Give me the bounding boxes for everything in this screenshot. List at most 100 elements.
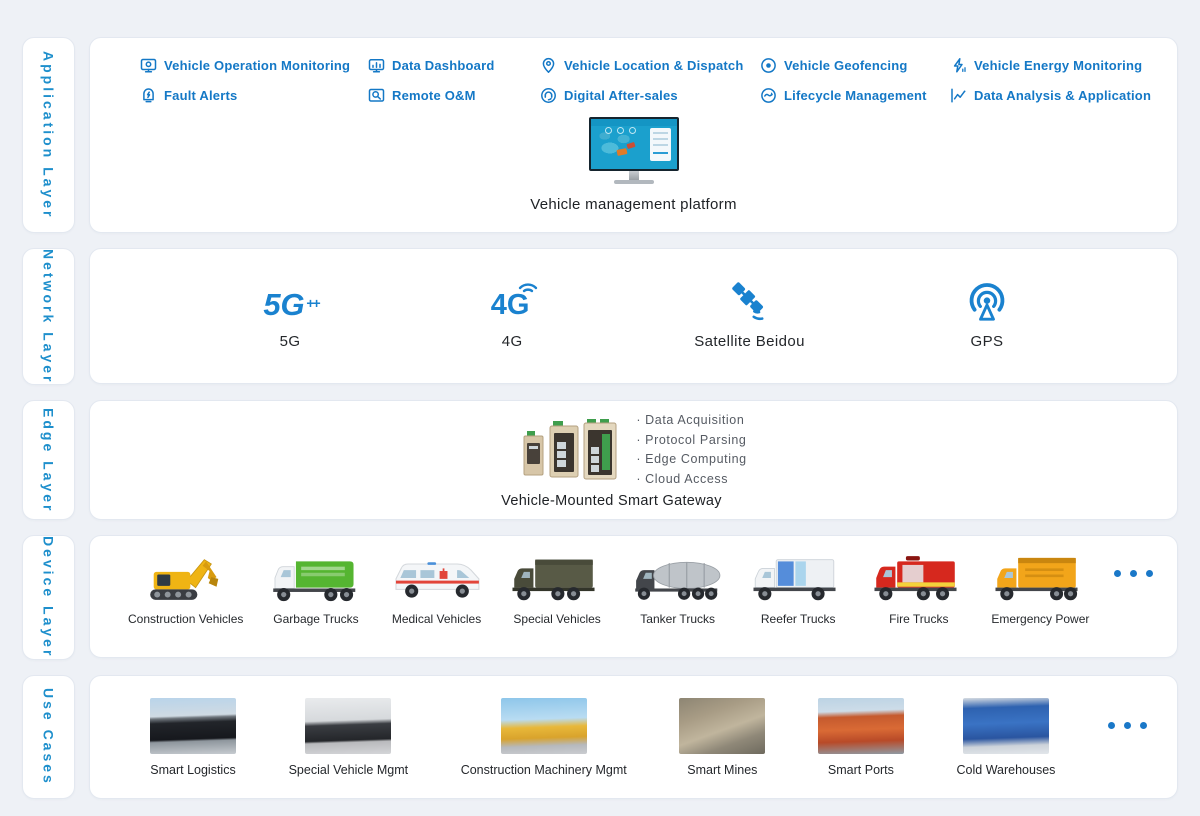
- gps-broadcast-icon: [966, 282, 1008, 324]
- more-devices-indicator: [1114, 570, 1153, 577]
- layer-label-text: Use Cases: [41, 688, 57, 786]
- satellite-icon: [729, 282, 771, 324]
- power-truck-image: [992, 549, 1088, 607]
- app-feature-lifecycle-management: Lifecycle Management: [760, 87, 950, 104]
- device-item-emergency-power: Emergency Power: [991, 549, 1089, 626]
- layer-label-text: Network Layer: [41, 249, 57, 384]
- app-feature-fault-alerts: Fault Alerts: [140, 87, 368, 104]
- smart-gateway-image: [520, 419, 620, 481]
- garbage-truck-image: [268, 549, 364, 607]
- app-feature-label: Vehicle Geofencing: [784, 58, 908, 73]
- use-case-photo: [818, 698, 904, 754]
- edge-gateway-group: Data Acquisition Protocol Parsing Edge C…: [520, 411, 746, 489]
- energy-bolt-icon: [950, 57, 967, 74]
- device-item-label: Garbage Trucks: [273, 612, 358, 626]
- use-case-label: Special Vehicle Mgmt: [289, 763, 409, 777]
- use-case-special-vehicle-mgmt: Special Vehicle Mgmt: [289, 698, 409, 777]
- device-layer-row: Device Layer Construction Vehicles: [22, 535, 1178, 659]
- screen-truck-graphic: [626, 142, 635, 149]
- architecture-diagram: Application Layer Vehicle Operation Moni…: [0, 0, 1200, 799]
- 5g-logo-icon: 5G++: [263, 286, 316, 324]
- device-item-tanker: Tanker Trucks: [630, 549, 726, 626]
- app-feature-label: Fault Alerts: [164, 88, 237, 103]
- monitor-stand: [629, 171, 639, 180]
- use-case-label: Smart Mines: [687, 763, 757, 777]
- network-item-label: GPS: [971, 333, 1004, 350]
- edge-layer-row: Edge Layer: [22, 400, 1178, 520]
- use-case-photo: [501, 698, 587, 754]
- chart-line-icon: [950, 87, 967, 104]
- platform-caption: Vehicle management platform: [530, 196, 737, 213]
- device-layer-card: Construction Vehicles Garbage Trucks: [89, 535, 1178, 658]
- use-case-smart-logistics: Smart Logistics: [150, 698, 236, 777]
- network-item-label: Satellite Beidou: [694, 333, 805, 350]
- device-item-construction: Construction Vehicles: [128, 549, 243, 626]
- network-item-4g: 4G 4G: [472, 286, 552, 350]
- network-item-gps: GPS: [947, 282, 1027, 350]
- gateway-feature: Cloud Access: [636, 470, 746, 490]
- app-feature-vehicle-operation-monitoring: Vehicle Operation Monitoring: [140, 57, 368, 74]
- device-item-reefer: Reefer Trucks: [750, 549, 846, 626]
- device-item-label: Emergency Power: [991, 612, 1089, 626]
- device-item-medical: Medical Vehicles: [389, 549, 485, 626]
- dashboard-icon: [368, 57, 385, 74]
- use-case-photo: [963, 698, 1049, 754]
- device-item-label: Fire Trucks: [889, 612, 948, 626]
- gateway-feature: Protocol Parsing: [636, 431, 746, 451]
- more-use-cases-indicator: [1108, 722, 1147, 729]
- app-feature-data-dashboard: Data Dashboard: [368, 57, 540, 74]
- use-case-cold-warehouses: Cold Warehouses: [957, 698, 1056, 777]
- use-cases-card: Smart Logistics Special Vehicle Mgmt Con…: [89, 675, 1178, 799]
- screen-login-panel: [650, 128, 671, 161]
- use-case-smart-mines: Smart Mines: [679, 698, 765, 777]
- layer-label-application: Application Layer: [22, 37, 75, 233]
- network-layer-row: Network Layer 5G++ 5G 4G 4G: [22, 248, 1178, 385]
- use-case-smart-ports: Smart Ports: [818, 698, 904, 777]
- lifecycle-icon: [760, 87, 777, 104]
- device-items: Construction Vehicles Garbage Trucks: [90, 536, 1177, 626]
- monitor-screen: [589, 117, 679, 171]
- app-feature-vehicle-energy-monitoring: Vehicle Energy Monitoring: [950, 57, 1177, 74]
- fire-truck-image: [871, 549, 967, 607]
- app-feature-vehicle-geofencing: Vehicle Geofencing: [760, 57, 950, 74]
- device-item-special: Special Vehicles: [509, 549, 605, 626]
- use-case-construction-machinery-mgmt: Construction Machinery Mgmt: [461, 698, 627, 777]
- app-feature-label: Vehicle Location & Dispatch: [564, 58, 744, 73]
- reefer-truck-image: [750, 549, 846, 607]
- app-feature-label: Data Dashboard: [392, 58, 495, 73]
- monitor-screen-icon: [140, 57, 157, 74]
- use-case-photo: [305, 698, 391, 754]
- app-feature-label: Vehicle Energy Monitoring: [974, 58, 1142, 73]
- device-item-label: Construction Vehicles: [128, 612, 243, 626]
- device-item-label: Tanker Trucks: [640, 612, 715, 626]
- wifi-arcs-icon: [517, 279, 539, 293]
- device-item-label: Reefer Trucks: [761, 612, 836, 626]
- application-layer-row: Application Layer Vehicle Operation Moni…: [22, 37, 1178, 233]
- edge-layer-card: Data Acquisition Protocol Parsing Edge C…: [89, 400, 1178, 520]
- use-cases-row: Use Cases Smart Logistics Special Vehicl…: [22, 675, 1178, 799]
- use-case-label: Smart Ports: [828, 763, 894, 777]
- network-items: 5G++ 5G 4G 4G: [90, 282, 1177, 350]
- app-feature-digital-after-sales: Digital After-sales: [540, 87, 760, 104]
- app-feature-label: Digital After-sales: [564, 88, 678, 103]
- app-feature-vehicle-location-dispatch: Vehicle Location & Dispatch: [540, 57, 760, 74]
- tanker-truck-image: [630, 549, 726, 607]
- application-feature-grid: Vehicle Operation Monitoring Data Dashbo…: [90, 57, 1177, 104]
- device-item-fire: Fire Trucks: [871, 549, 967, 626]
- headset-icon: [540, 87, 557, 104]
- ambulance-image: [389, 549, 485, 607]
- network-item-label: 4G: [502, 333, 523, 350]
- use-case-label: Smart Logistics: [150, 763, 235, 777]
- network-layer-card: 5G++ 5G 4G 4G: [89, 248, 1178, 384]
- use-case-label: Construction Machinery Mgmt: [461, 763, 627, 777]
- app-feature-remote-om: Remote O&M: [368, 87, 540, 104]
- layer-label-use-cases: Use Cases: [22, 675, 75, 799]
- location-pin-icon: [540, 57, 557, 74]
- alert-bell-icon: [140, 87, 157, 104]
- layer-label-device: Device Layer: [22, 535, 75, 659]
- device-item-label: Medical Vehicles: [392, 612, 481, 626]
- gateway-feature-list: Data Acquisition Protocol Parsing Edge C…: [636, 411, 746, 489]
- platform-monitor-image: [589, 117, 679, 184]
- use-case-photo: [679, 698, 765, 754]
- screen-truck-graphic: [616, 148, 627, 156]
